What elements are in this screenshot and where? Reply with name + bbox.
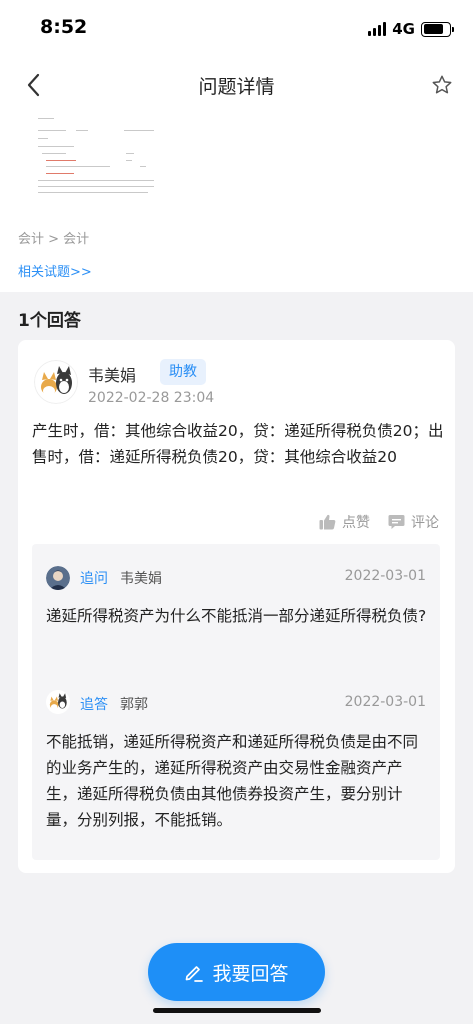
status-indicators: 4G: [368, 20, 454, 38]
favorite-button[interactable]: [425, 68, 459, 102]
followup-date: 2022-03-01: [344, 568, 426, 584]
breadcrumb[interactable]: 会计 > 会计: [18, 228, 89, 247]
comment-button[interactable]: 评论: [388, 512, 439, 532]
pencil-edit-icon: [186, 966, 204, 982]
like-button[interactable]: 点赞: [319, 512, 370, 532]
followup-answer-text: 不能抵销，递延所得税资产和递延所得税负债是由不同的业务产生的，递延所得税资产由交…: [46, 733, 419, 829]
answer-button-label: 我要回答: [212, 962, 289, 985]
user-photo-avatar-icon: [46, 566, 70, 590]
avatar: [34, 360, 78, 404]
answers-count-title: 1个回答: [18, 311, 81, 331]
home-indicator: [153, 1008, 321, 1013]
answer-actions: 点赞 评论: [319, 512, 439, 532]
avatar: [46, 690, 70, 714]
followup-type-label: 追问: [80, 571, 108, 587]
author-name: 韦美娟: [88, 366, 137, 385]
like-label: 点赞: [342, 515, 370, 531]
question-area: 会计 > 会计 相关试题>>: [0, 110, 473, 292]
followup-date: 2022-03-01: [344, 694, 426, 710]
comment-icon: [388, 515, 405, 529]
page-title: 问题详情: [198, 76, 275, 98]
status-time: 8:52: [40, 16, 88, 38]
answer-timestamp: 2022-02-28 23:04: [88, 390, 215, 406]
followup-thread: 追问 韦美娟 2022-03-01 递延所得税资产为什么不能抵消一部分递延所得税…: [32, 544, 440, 860]
cartoon-animals-avatar-icon: [34, 360, 78, 404]
answer-content: 产生时，借：其他综合收益20，贷：递延所得税负债20；出售时，借：递延所得税负债…: [32, 422, 444, 466]
role-badge: 助教: [160, 359, 206, 385]
cartoon-animals-avatar-icon: [46, 690, 70, 714]
related-questions-link[interactable]: 相关试题>>: [18, 261, 92, 280]
followup-type-label: 追答: [80, 697, 108, 713]
answer-button[interactable]: 我要回答: [148, 943, 325, 1001]
nav-bar: 问题详情: [0, 60, 473, 110]
question-image[interactable]: [36, 116, 156, 198]
answer-card: 韦美娟 助教 2022-02-28 23:04 产生时，借：其他综合收益20，贷…: [18, 340, 455, 873]
network-label: 4G: [392, 20, 415, 38]
signal-icon: [368, 22, 387, 36]
avatar: [46, 566, 70, 590]
followup-question-text: 递延所得税资产为什么不能抵消一部分递延所得税负债?: [46, 607, 427, 625]
followup-author: 郭郭: [120, 697, 148, 713]
battery-icon: [421, 21, 454, 37]
star-icon: [432, 75, 452, 94]
followup-author: 韦美娟: [120, 571, 162, 587]
status-bar: 8:52 4G: [0, 0, 473, 60]
thumbs-up-icon: [319, 514, 336, 530]
comment-label: 评论: [411, 515, 439, 531]
